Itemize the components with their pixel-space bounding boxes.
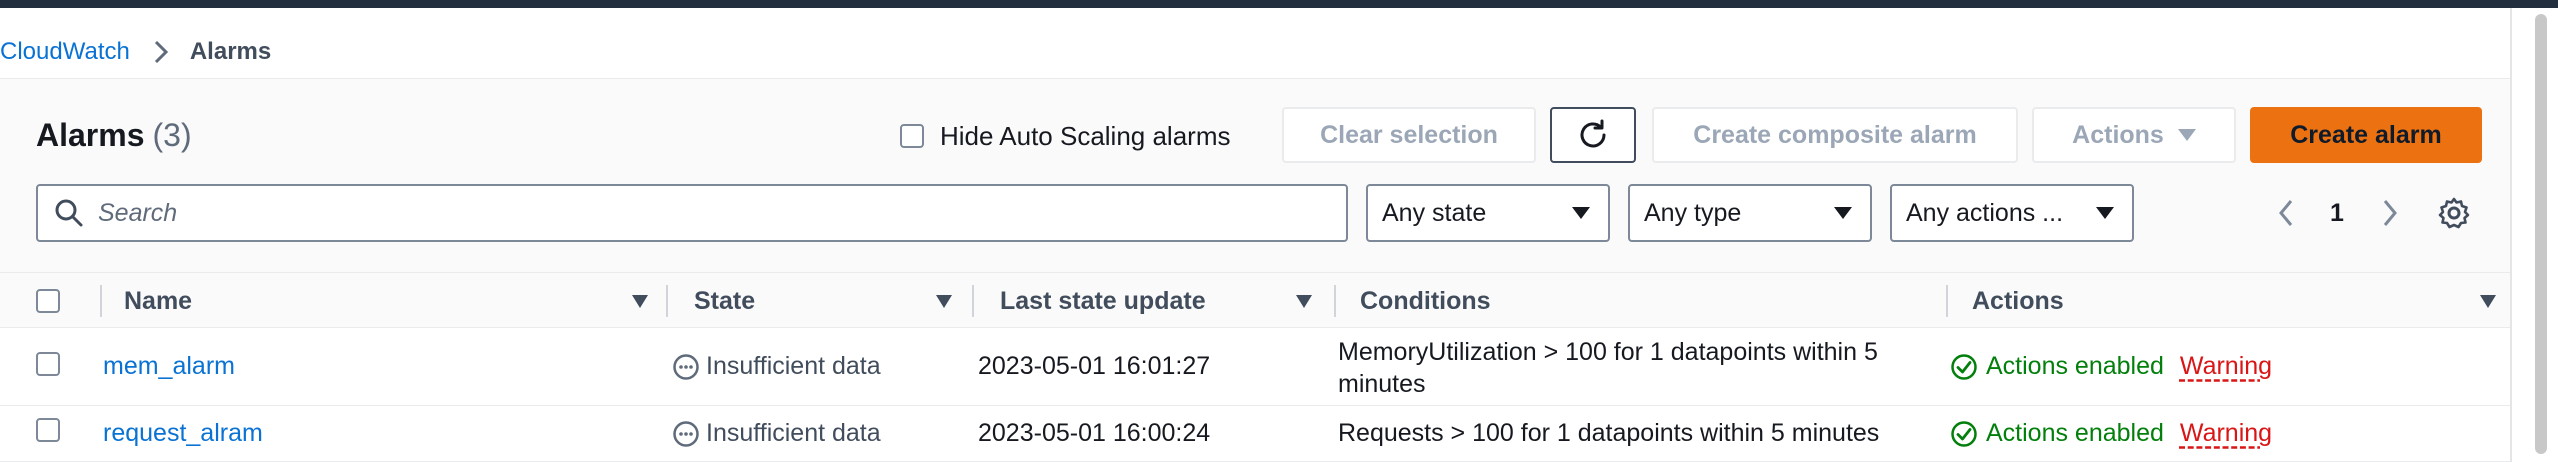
type-filter-value: Any type bbox=[1644, 198, 1742, 227]
sort-caret-icon[interactable] bbox=[632, 295, 648, 308]
status-pending-icon bbox=[673, 420, 699, 447]
create-composite-alarm-button[interactable]: Create composite alarm bbox=[1652, 107, 2018, 163]
column-header-actions[interactable]: Actions bbox=[1972, 273, 2064, 329]
caret-down-icon bbox=[1834, 207, 1852, 219]
clear-selection-button[interactable]: Clear selection bbox=[1282, 107, 1536, 163]
caret-down-icon bbox=[1572, 207, 1590, 219]
actions-dropdown-button[interactable]: Actions bbox=[2032, 107, 2236, 163]
select-all-checkbox[interactable] bbox=[36, 289, 60, 313]
panel-header: Alarms (3) bbox=[36, 106, 192, 164]
caret-down-icon bbox=[2096, 207, 2114, 219]
caret-down-icon bbox=[2177, 129, 2196, 141]
sort-caret-icon[interactable] bbox=[2480, 295, 2496, 308]
column-divider bbox=[1946, 285, 1948, 317]
hide-autoscaling-toggle[interactable]: Hide Auto Scaling alarms bbox=[900, 118, 1230, 154]
conditions-line-2: minutes bbox=[1338, 370, 1426, 398]
actions-enabled-text: Actions enabled bbox=[1986, 352, 2164, 380]
table-row[interactable]: mem_alarm Insufficient data 2023-05-01 1… bbox=[0, 328, 2510, 406]
top-navigation-bar bbox=[0, 0, 2558, 8]
breadcrumb: CloudWatch Alarms bbox=[0, 36, 271, 68]
chevron-left-icon[interactable] bbox=[2270, 197, 2302, 229]
search-icon bbox=[55, 199, 83, 227]
row-select-checkbox[interactable] bbox=[36, 418, 60, 442]
row-select-checkbox[interactable] bbox=[36, 352, 60, 376]
refresh-icon bbox=[1580, 119, 1606, 148]
actions-filter-select[interactable]: Any actions ... bbox=[1890, 184, 2134, 242]
chevron-right-icon bbox=[146, 37, 176, 67]
column-header-conditions[interactable]: Conditions bbox=[1360, 273, 1491, 329]
alarm-state: Insufficient data bbox=[672, 419, 881, 448]
state-filter-value: Any state bbox=[1382, 198, 1487, 227]
create-alarm-button[interactable]: Create alarm bbox=[2250, 107, 2482, 163]
gear-icon[interactable] bbox=[2437, 196, 2471, 230]
actions-enabled-text: Actions enabled bbox=[1986, 419, 2164, 447]
last-state-update: 2023-05-01 16:00:24 bbox=[978, 419, 1211, 447]
sort-caret-icon[interactable] bbox=[1296, 295, 1312, 308]
severity-warning-link[interactable]: Warning bbox=[2180, 352, 2272, 381]
column-divider bbox=[666, 285, 668, 317]
search-field[interactable] bbox=[36, 184, 1348, 242]
alarm-conditions: MemoryUtilization > 100 for 1 datapoints… bbox=[1338, 336, 1878, 400]
type-filter-select[interactable]: Any type bbox=[1628, 184, 1872, 242]
hide-autoscaling-checkbox[interactable] bbox=[900, 124, 924, 148]
alarm-actions: Actions enabled Warning bbox=[1950, 352, 2272, 381]
alarm-state-text: Insufficient data bbox=[706, 419, 881, 447]
severity-warning-link[interactable]: Warning bbox=[2180, 419, 2272, 448]
column-divider bbox=[100, 285, 102, 317]
breadcrumb-cloudwatch-link[interactable]: CloudWatch bbox=[0, 38, 130, 66]
column-header-state[interactable]: State bbox=[694, 273, 755, 329]
last-state-update: 2023-05-01 16:01:27 bbox=[978, 352, 1211, 380]
alarm-name-link[interactable]: request_alram bbox=[103, 419, 263, 448]
alarm-actions: Actions enabled Warning bbox=[1950, 419, 2272, 448]
alarm-count: (3) bbox=[152, 116, 192, 153]
state-filter-select[interactable]: Any state bbox=[1366, 184, 1610, 242]
status-positive-icon bbox=[1951, 420, 1977, 447]
actions-filter-value: Any actions ... bbox=[1906, 198, 2064, 227]
conditions-line-1: MemoryUtilization > 100 for 1 datapoints… bbox=[1338, 338, 1878, 366]
page-title-text: Alarms bbox=[36, 116, 145, 153]
actions-dropdown-label: Actions bbox=[2072, 120, 2164, 149]
search-input[interactable] bbox=[98, 198, 1298, 228]
breadcrumb-current: Alarms bbox=[189, 38, 272, 65]
alarm-state-text: Insufficient data bbox=[706, 352, 881, 380]
alarm-conditions: Requests > 100 for 1 datapoints within 5… bbox=[1338, 419, 1880, 447]
table-row[interactable]: request_alram Insufficient data 2023-05-… bbox=[0, 406, 2510, 462]
chevron-right-icon[interactable] bbox=[2374, 197, 2406, 229]
scrollbar[interactable] bbox=[2535, 14, 2547, 454]
sort-caret-icon[interactable] bbox=[936, 295, 952, 308]
page-number[interactable]: 1 bbox=[2330, 199, 2344, 228]
page-title: Alarms (3) bbox=[36, 117, 192, 154]
status-pending-icon bbox=[673, 353, 699, 380]
refresh-button[interactable] bbox=[1550, 107, 1636, 163]
table-header: Name State Last state update Conditions … bbox=[0, 272, 2510, 328]
select-all-cell bbox=[36, 273, 60, 329]
pagination: 1 bbox=[2270, 192, 2406, 234]
alarm-state: Insufficient data bbox=[672, 352, 881, 381]
alarm-name-link[interactable]: mem_alarm bbox=[103, 352, 235, 381]
column-header-last-update[interactable]: Last state update bbox=[1000, 273, 1206, 329]
hide-autoscaling-label: Hide Auto Scaling alarms bbox=[940, 120, 1231, 151]
column-divider bbox=[1334, 285, 1336, 317]
column-header-name[interactable]: Name bbox=[124, 273, 192, 329]
status-positive-icon bbox=[1951, 353, 1977, 380]
alarms-table: Name State Last state update Conditions … bbox=[0, 272, 2510, 462]
column-divider bbox=[972, 285, 974, 317]
